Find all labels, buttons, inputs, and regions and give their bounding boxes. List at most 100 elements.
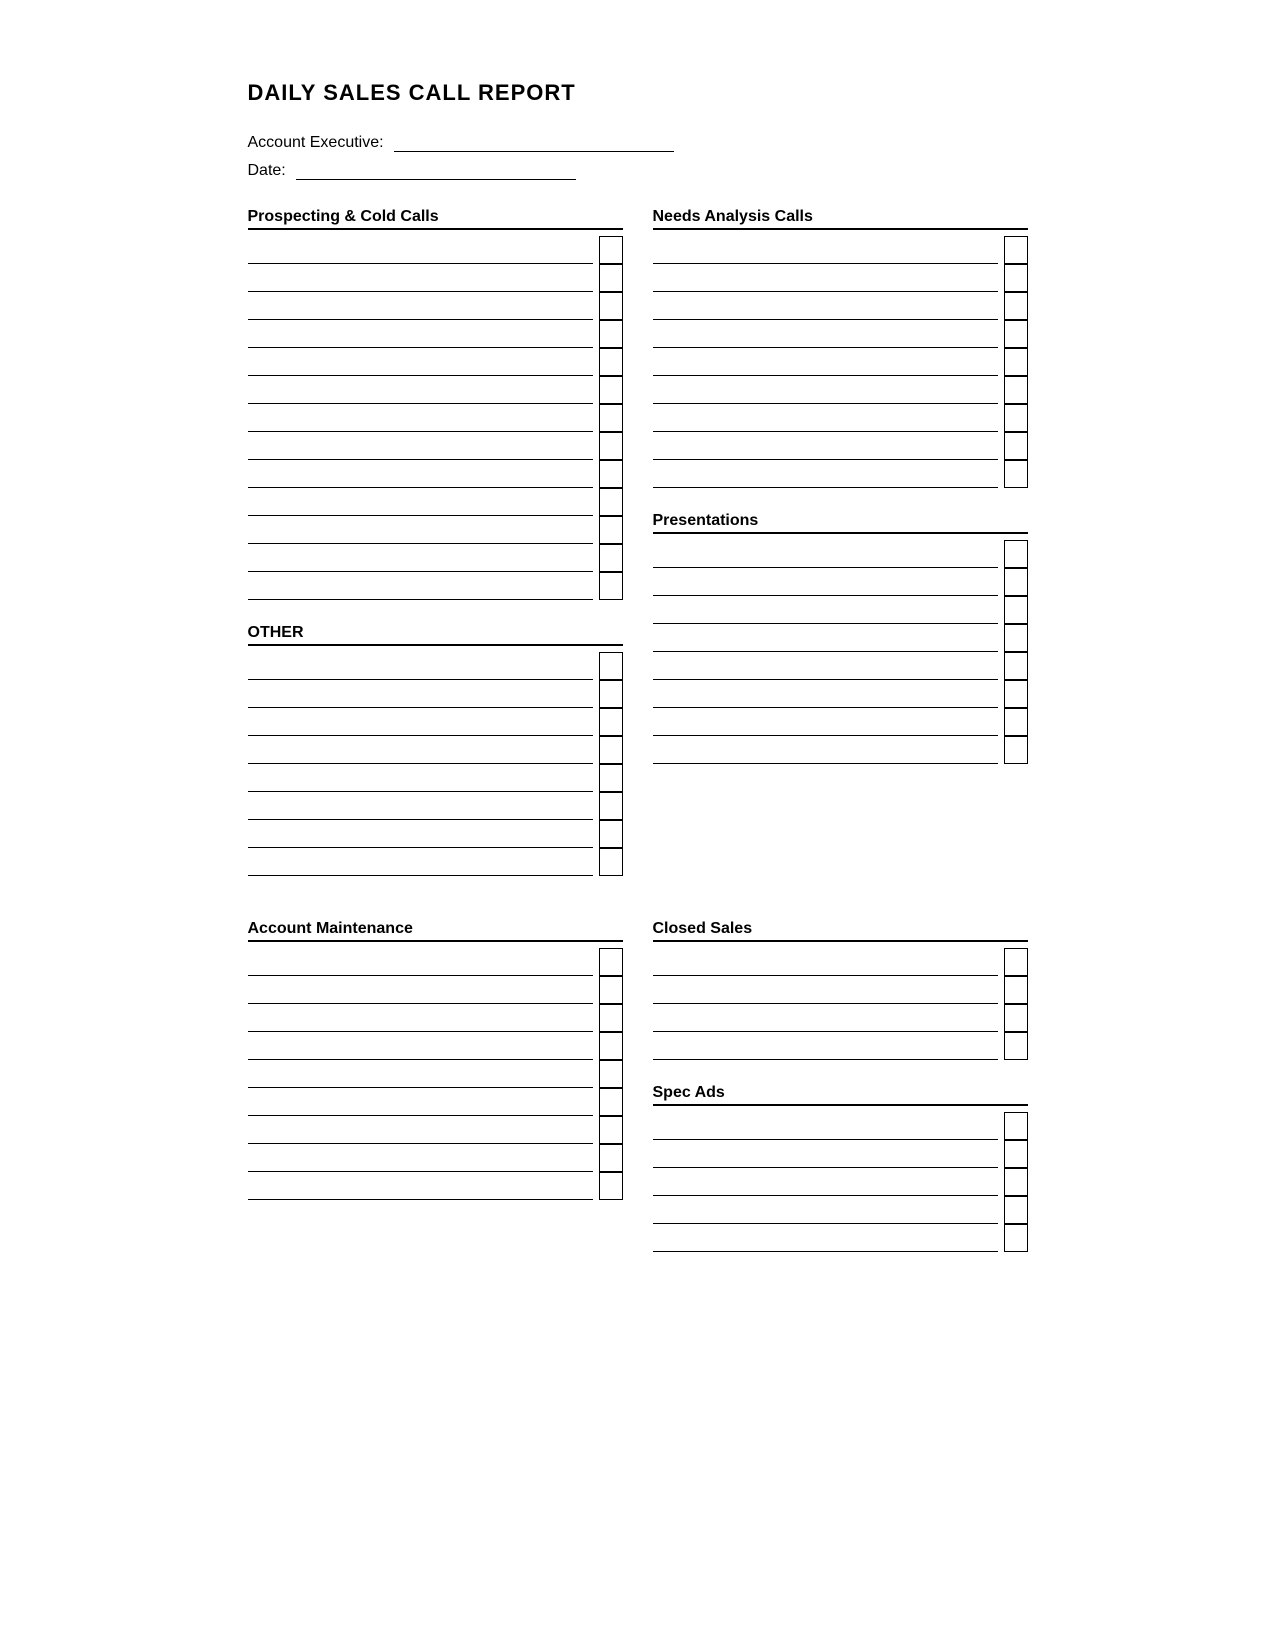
row-line[interactable] — [653, 432, 998, 460]
row-box[interactable] — [599, 488, 623, 516]
row-line[interactable] — [248, 1116, 593, 1144]
row-box[interactable] — [599, 792, 623, 820]
row-line[interactable] — [653, 1196, 998, 1224]
row-box[interactable] — [599, 708, 623, 736]
row-line[interactable] — [248, 348, 593, 376]
row-box[interactable] — [1004, 540, 1028, 568]
row-box[interactable] — [1004, 236, 1028, 264]
row-line[interactable] — [248, 404, 593, 432]
row-box[interactable] — [599, 736, 623, 764]
row-box[interactable] — [1004, 1032, 1028, 1060]
row-box[interactable] — [1004, 1140, 1028, 1168]
row-box[interactable] — [1004, 568, 1028, 596]
row-line[interactable] — [248, 792, 593, 820]
row-line[interactable] — [653, 404, 998, 432]
row-line[interactable] — [248, 976, 593, 1004]
row-line[interactable] — [653, 680, 998, 708]
row-line[interactable] — [653, 264, 998, 292]
row-line[interactable] — [248, 1172, 593, 1200]
row-line[interactable] — [248, 376, 593, 404]
row-box[interactable] — [599, 572, 623, 600]
row-line[interactable] — [248, 680, 593, 708]
row-line[interactable] — [653, 708, 998, 736]
row-line[interactable] — [653, 568, 998, 596]
row-line[interactable] — [248, 572, 593, 600]
row-line[interactable] — [653, 596, 998, 624]
row-line[interactable] — [248, 1144, 593, 1172]
row-line[interactable] — [653, 1168, 998, 1196]
row-box[interactable] — [599, 1116, 623, 1144]
row-line[interactable] — [248, 516, 593, 544]
row-box[interactable] — [599, 460, 623, 488]
row-box[interactable] — [599, 1060, 623, 1088]
row-box[interactable] — [599, 948, 623, 976]
row-line[interactable] — [653, 348, 998, 376]
row-box[interactable] — [599, 1088, 623, 1116]
row-box[interactable] — [1004, 320, 1028, 348]
row-line[interactable] — [653, 1140, 998, 1168]
row-line[interactable] — [653, 624, 998, 652]
row-line[interactable] — [248, 544, 593, 572]
row-box[interactable] — [599, 1172, 623, 1200]
row-box[interactable] — [599, 820, 623, 848]
account-executive-input-line[interactable] — [394, 134, 674, 152]
row-box[interactable] — [1004, 1196, 1028, 1224]
row-line[interactable] — [653, 236, 998, 264]
row-line[interactable] — [248, 1088, 593, 1116]
row-line[interactable] — [653, 320, 998, 348]
row-line[interactable] — [653, 1112, 998, 1140]
row-line[interactable] — [248, 1060, 593, 1088]
row-box[interactable] — [1004, 736, 1028, 764]
row-line[interactable] — [248, 948, 593, 976]
row-line[interactable] — [248, 848, 593, 876]
row-line[interactable] — [248, 1032, 593, 1060]
row-line[interactable] — [653, 540, 998, 568]
row-box[interactable] — [599, 544, 623, 572]
row-line[interactable] — [653, 652, 998, 680]
row-box[interactable] — [599, 976, 623, 1004]
row-box[interactable] — [1004, 376, 1028, 404]
row-box[interactable] — [599, 680, 623, 708]
row-box[interactable] — [1004, 596, 1028, 624]
row-line[interactable] — [248, 264, 593, 292]
row-box[interactable] — [1004, 948, 1028, 976]
row-box[interactable] — [1004, 264, 1028, 292]
row-line[interactable] — [248, 736, 593, 764]
row-box[interactable] — [1004, 1004, 1028, 1032]
row-line[interactable] — [248, 1004, 593, 1032]
row-line[interactable] — [653, 948, 998, 976]
row-box[interactable] — [1004, 708, 1028, 736]
row-line[interactable] — [653, 976, 998, 1004]
row-box[interactable] — [599, 1004, 623, 1032]
row-line[interactable] — [653, 460, 998, 488]
row-line[interactable] — [248, 292, 593, 320]
row-line[interactable] — [653, 376, 998, 404]
row-line[interactable] — [248, 460, 593, 488]
row-box[interactable] — [1004, 292, 1028, 320]
row-line[interactable] — [248, 820, 593, 848]
row-line[interactable] — [653, 736, 998, 764]
row-line[interactable] — [653, 1032, 998, 1060]
row-box[interactable] — [599, 432, 623, 460]
date-input-line[interactable] — [296, 162, 576, 180]
row-box[interactable] — [599, 236, 623, 264]
row-line[interactable] — [653, 292, 998, 320]
row-line[interactable] — [248, 236, 593, 264]
row-box[interactable] — [1004, 652, 1028, 680]
row-box[interactable] — [599, 348, 623, 376]
row-line[interactable] — [248, 708, 593, 736]
row-line[interactable] — [248, 320, 593, 348]
row-box[interactable] — [599, 264, 623, 292]
row-box[interactable] — [1004, 404, 1028, 432]
row-line[interactable] — [248, 432, 593, 460]
row-box[interactable] — [599, 848, 623, 876]
row-line[interactable] — [653, 1004, 998, 1032]
row-line[interactable] — [653, 1224, 998, 1252]
row-box[interactable] — [599, 516, 623, 544]
row-line[interactable] — [248, 488, 593, 516]
row-box[interactable] — [1004, 348, 1028, 376]
row-box[interactable] — [599, 1144, 623, 1172]
row-line[interactable] — [248, 652, 593, 680]
row-box[interactable] — [599, 764, 623, 792]
row-box[interactable] — [1004, 1168, 1028, 1196]
